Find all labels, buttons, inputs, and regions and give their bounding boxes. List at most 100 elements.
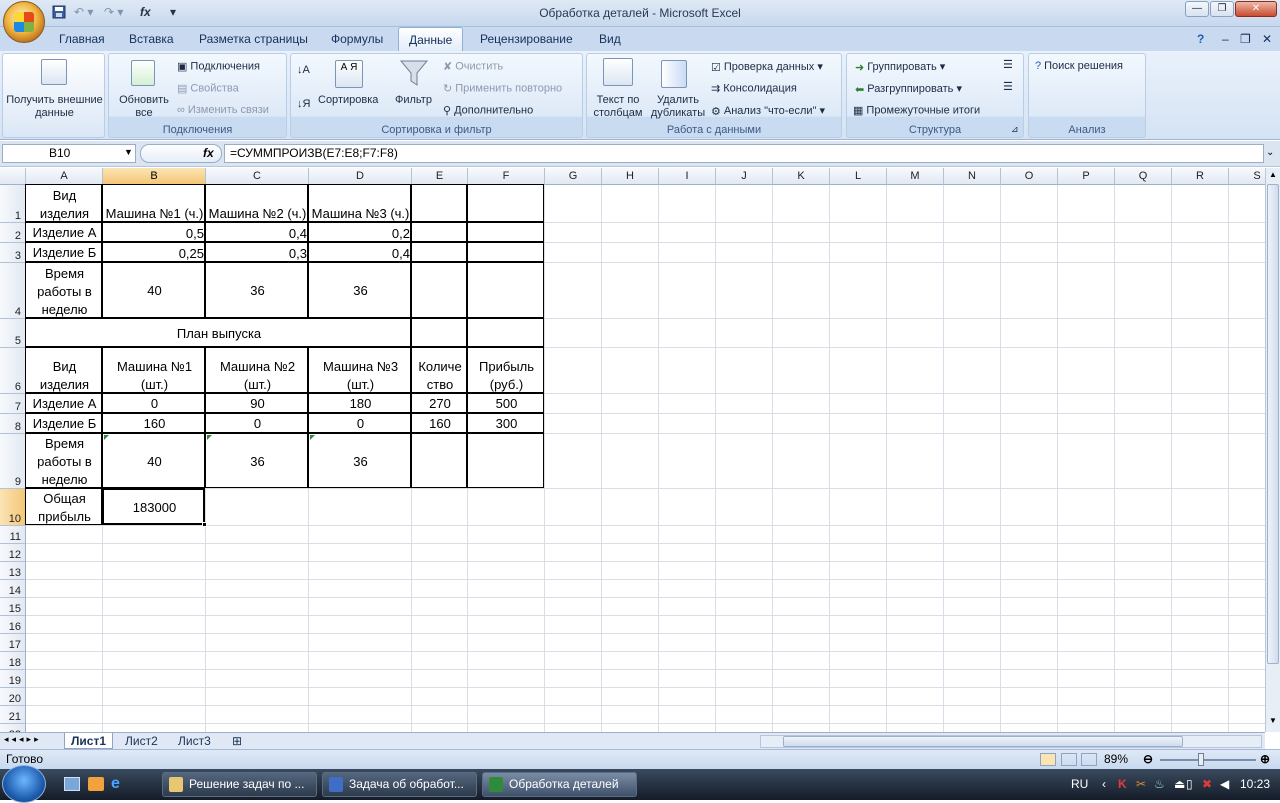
fill-handle[interactable]: [202, 522, 207, 527]
group-button[interactable]: ➜ Группировать ▾: [855, 60, 945, 74]
restore-button[interactable]: ❐: [1210, 1, 1234, 17]
hide-detail-icon[interactable]: ☰: [1003, 80, 1013, 93]
column-header-i[interactable]: I: [659, 168, 716, 185]
zoom-slider-thumb[interactable]: [1198, 753, 1204, 766]
cell-b6[interactable]: Машина №1 (шт.): [103, 348, 206, 394]
cell-a6[interactable]: Вид изделия: [26, 348, 103, 394]
row-header-12[interactable]: 12: [0, 544, 26, 562]
solver-button[interactable]: ? Поиск решения: [1035, 60, 1123, 72]
row-header-17[interactable]: 17: [0, 634, 26, 652]
row-header-11[interactable]: 11: [0, 526, 26, 544]
device-icon[interactable]: ▯: [1186, 769, 1193, 800]
edit-links-button[interactable]: ∞ Изменить связи: [177, 104, 269, 116]
tab-home[interactable]: Главная: [59, 27, 105, 51]
cell-d7[interactable]: 180: [309, 394, 412, 414]
sheet-tab-3[interactable]: Лист3: [172, 733, 217, 749]
row-header-9[interactable]: 9: [0, 434, 26, 489]
row-header-7[interactable]: 7: [0, 394, 26, 414]
vertical-scrollbar[interactable]: ▲ ▼: [1265, 168, 1280, 732]
sound-muted-icon[interactable]: ✖: [1202, 769, 1212, 800]
network-icon[interactable]: ♨: [1154, 769, 1165, 800]
row-header-21[interactable]: 21: [0, 706, 26, 724]
scroll-thumb[interactable]: [1267, 184, 1279, 664]
active-cell-selection[interactable]: [102, 488, 205, 525]
sheet-tab-1[interactable]: Лист1: [64, 733, 114, 749]
row-header-4[interactable]: 4: [0, 263, 26, 319]
column-header-p[interactable]: P: [1058, 168, 1115, 185]
row-header-13[interactable]: 13: [0, 562, 26, 580]
cell-f6[interactable]: Прибыль (руб.): [468, 348, 545, 394]
volume-icon[interactable]: ◀: [1220, 769, 1229, 800]
cell-a2[interactable]: Изделие А: [26, 223, 103, 243]
table-cell-f1[interactable]: [467, 184, 544, 222]
row-header-3[interactable]: 3: [0, 243, 26, 263]
column-header-a[interactable]: A: [26, 168, 103, 185]
formula-expand-icon[interactable]: ⌄: [1266, 147, 1274, 158]
data-validation-button[interactable]: ☑ Проверка данных ▾: [711, 60, 823, 74]
ribbon-close-icon[interactable]: ✕: [1262, 27, 1272, 51]
cell-e8[interactable]: 160: [412, 414, 468, 434]
cell-d9[interactable]: 36: [309, 434, 412, 489]
sort-descending-icon[interactable]: ↓Я: [297, 98, 310, 110]
column-header-n[interactable]: N: [944, 168, 1001, 185]
tray-expand-icon[interactable]: ‹: [1102, 769, 1106, 800]
cell-a5[interactable]: План выпуска: [26, 319, 412, 348]
tab-view[interactable]: Вид: [599, 27, 621, 51]
show-detail-icon[interactable]: ☰: [1003, 58, 1013, 71]
minimize-button[interactable]: —: [1185, 1, 1209, 17]
table-cell-f2[interactable]: [467, 222, 544, 242]
advanced-filter-button[interactable]: ⚲ Дополнительно: [443, 104, 533, 117]
row-header-2[interactable]: 2: [0, 223, 26, 243]
table-cell-e3[interactable]: [411, 242, 467, 262]
cell-f7[interactable]: 500: [468, 394, 545, 414]
row-header-18[interactable]: 18: [0, 652, 26, 670]
column-header-k[interactable]: K: [773, 168, 830, 185]
name-box-dropdown-icon[interactable]: ▼: [124, 147, 133, 157]
ribbon-restore-icon[interactable]: ❐: [1240, 27, 1251, 51]
tab-review[interactable]: Рецензирование: [480, 27, 573, 51]
internet-explorer-icon[interactable]: e: [111, 775, 120, 793]
scroll-down-icon[interactable]: ▼: [1267, 716, 1279, 728]
column-header-l[interactable]: L: [830, 168, 887, 185]
row-header-8[interactable]: 8: [0, 414, 26, 434]
cell-e6[interactable]: Количе ство: [412, 348, 468, 394]
zoom-level[interactable]: 89%: [1104, 750, 1128, 769]
table-cell-f5[interactable]: [467, 318, 544, 347]
start-button[interactable]: [2, 765, 46, 803]
cell-e7[interactable]: 270: [412, 394, 468, 414]
cell-c8[interactable]: 0: [206, 414, 309, 434]
table-cell-f3[interactable]: [467, 242, 544, 262]
cell-b3[interactable]: 0,25: [103, 243, 206, 263]
task-excel[interactable]: Обработка деталей: [482, 772, 637, 797]
column-header-s[interactable]: S: [1229, 168, 1265, 185]
column-header-c[interactable]: C: [206, 168, 309, 185]
error-indicator-icon[interactable]: [207, 435, 212, 440]
zoom-in-icon[interactable]: ⊕: [1260, 750, 1270, 769]
worksheet-grid[interactable]: A B C D E F G H I J K L M N O P Q R S 1 2 3 4 5 6 7 8 9 10 11 12 13 14 15…: [0, 168, 1265, 732]
error-indicator-icon[interactable]: [310, 435, 315, 440]
formula-input[interactable]: =СУММПРОИЗВ(E7:E8;F7:F8): [224, 144, 1264, 163]
sort-button[interactable]: Сортировка: [318, 94, 378, 106]
cell-c9[interactable]: 36: [206, 434, 309, 489]
usb-icon[interactable]: ⏏: [1174, 769, 1185, 800]
clock[interactable]: 10:23: [1240, 769, 1270, 800]
get-external-data-button[interactable]: Получить внешние данные: [6, 94, 103, 120]
cell-d8[interactable]: 0: [309, 414, 412, 434]
select-all-corner[interactable]: [0, 168, 26, 185]
cell-c7[interactable]: 90: [206, 394, 309, 414]
table-cell-f4[interactable]: [467, 262, 544, 318]
antivirus-icon[interactable]: K: [1118, 769, 1127, 800]
properties-button[interactable]: ▤ Свойства: [177, 82, 239, 95]
cell-b1[interactable]: Машина №1 (ч.): [103, 185, 206, 223]
cell-d3[interactable]: 0,4: [309, 243, 412, 263]
table-cell-e1[interactable]: [411, 184, 467, 222]
zoom-slider[interactable]: [1160, 759, 1256, 761]
reapply-button[interactable]: ↻ Применить повторно: [443, 82, 562, 95]
row-header-16[interactable]: 16: [0, 616, 26, 634]
cell-d4[interactable]: 36: [309, 263, 412, 319]
cell-d6[interactable]: Машина №3 (шт.): [309, 348, 412, 394]
cell-b8[interactable]: 160: [103, 414, 206, 434]
filter-button[interactable]: Фильтр: [395, 94, 432, 106]
column-header-m[interactable]: M: [887, 168, 944, 185]
column-header-q[interactable]: Q: [1115, 168, 1172, 185]
